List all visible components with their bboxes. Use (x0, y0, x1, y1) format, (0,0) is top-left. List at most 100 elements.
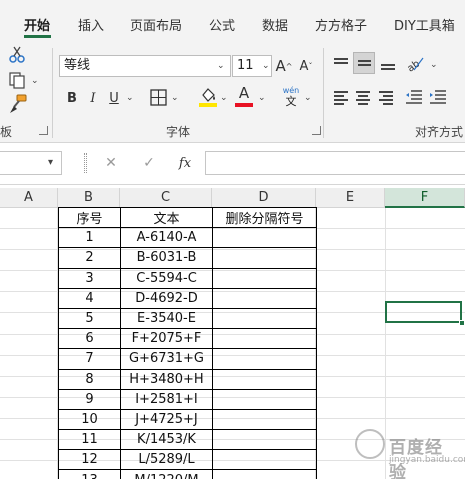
formula-bar: ▾ ✕ ✓ fx (0, 143, 465, 185)
active-cell-selection[interactable] (385, 301, 462, 323)
row-number-cell[interactable]: 12 (58, 449, 121, 471)
result-cell[interactable] (212, 388, 317, 410)
format-painter-icon[interactable] (8, 94, 28, 114)
result-cell[interactable] (212, 287, 317, 309)
borders-icon[interactable] (150, 89, 167, 106)
bold-button[interactable]: B (64, 88, 80, 108)
row-number-cell[interactable]: 2 (58, 247, 121, 269)
text-cell[interactable]: G+6731+G (120, 348, 213, 370)
formula-bar-splitter[interactable] (84, 153, 87, 173)
copy-icon[interactable] (8, 71, 28, 89)
row-number-cell[interactable]: 10 (58, 408, 121, 431)
header-cell-no[interactable]: 序号 (58, 206, 121, 229)
phonetic-dropdown-icon[interactable]: ⌄ (304, 93, 312, 103)
row-number-cell[interactable]: 6 (58, 328, 121, 350)
tab-home[interactable]: 开始 (24, 15, 50, 34)
result-cell[interactable] (212, 408, 317, 431)
confirm-entry-icon[interactable]: ✓ (141, 154, 157, 172)
top-align-button[interactable] (332, 54, 350, 72)
orientation-dropdown-icon[interactable]: ⌄ (430, 60, 438, 70)
copy-dropdown-icon[interactable]: ⌄ (31, 76, 39, 86)
row-number-cell[interactable]: 9 (58, 388, 121, 410)
text-cell[interactable]: L/5289/L (120, 449, 213, 471)
orientation-icon[interactable]: ab (405, 54, 425, 72)
decrease-indent-icon[interactable] (405, 88, 423, 106)
row-number-cell[interactable]: 4 (58, 287, 121, 309)
column-header-a[interactable]: A (0, 188, 58, 208)
tab-data[interactable]: 数据 (262, 15, 288, 34)
fill-color-icon[interactable] (199, 86, 217, 108)
name-box-dropdown-icon[interactable]: ▾ (48, 157, 53, 168)
tab-diy-toolbox[interactable]: DIY工具箱 (394, 15, 455, 34)
align-center-button[interactable] (356, 88, 372, 106)
underline-button[interactable]: U (107, 88, 121, 108)
result-cell[interactable] (212, 247, 317, 269)
clipboard-dialog-launcher[interactable] (39, 126, 48, 135)
tab-formulas[interactable]: 公式 (209, 15, 235, 34)
text-cell[interactable]: D-4692-D (120, 287, 213, 309)
tab-insert[interactable]: 插入 (78, 15, 104, 34)
font-color-swatch (235, 103, 253, 107)
result-cell[interactable] (212, 307, 317, 330)
header-cell-result[interactable]: 删除分隔符号 (212, 206, 317, 229)
formula-input[interactable] (205, 151, 465, 175)
text-cell[interactable]: H+3480+H (120, 368, 213, 390)
header-row: 序号 文本 删除分隔符号 (58, 206, 317, 229)
text-cell[interactable]: J+4725+J (120, 408, 213, 431)
row-number-cell[interactable]: 5 (58, 307, 121, 330)
result-cell[interactable] (212, 429, 317, 451)
text-cell[interactable]: I+2581+I (120, 388, 213, 410)
column-header-d[interactable]: D (212, 188, 316, 208)
increase-indent-icon[interactable] (429, 88, 447, 106)
row-number-cell[interactable]: 8 (58, 368, 121, 390)
column-header-b[interactable]: B (58, 188, 120, 208)
result-cell[interactable] (212, 267, 317, 289)
fill-handle[interactable] (459, 320, 465, 326)
text-cell[interactable]: M/1220/M (120, 469, 213, 479)
column-header-e[interactable]: E (316, 188, 385, 208)
column-header-f[interactable]: F (385, 188, 465, 208)
table-row: 5 E-3540-E (58, 307, 317, 330)
text-cell[interactable]: F+2075+F (120, 328, 213, 350)
result-cell[interactable] (212, 469, 317, 479)
bottom-align-button[interactable] (379, 54, 397, 72)
decrease-font-size-button[interactable]: Aˇ (298, 56, 314, 76)
phonetic-guide-button[interactable]: wén 文 (282, 86, 300, 110)
italic-button[interactable]: I (86, 88, 100, 108)
tab-fangfang-gezi[interactable]: 方方格子 (315, 15, 367, 34)
result-cell[interactable] (212, 348, 317, 370)
insert-function-icon[interactable]: fx (176, 153, 194, 173)
column-header-c[interactable]: C (120, 188, 212, 208)
cut-icon[interactable] (8, 46, 26, 64)
row-number-cell[interactable]: 1 (58, 227, 121, 249)
underline-dropdown-icon[interactable]: ⌄ (126, 93, 134, 103)
cancel-entry-icon[interactable]: ✕ (103, 154, 119, 172)
fill-color-dropdown-icon[interactable]: ⌄ (220, 93, 228, 103)
row-number-cell[interactable]: 11 (58, 429, 121, 451)
align-left-button[interactable] (334, 88, 350, 106)
tab-page-layout[interactable]: 页面布局 (130, 15, 182, 34)
text-cell[interactable]: K/1453/K (120, 429, 213, 451)
result-cell[interactable] (212, 328, 317, 350)
text-cell[interactable]: A-6140-A (120, 227, 213, 249)
result-cell[interactable] (212, 368, 317, 390)
text-cell[interactable]: E-3540-E (120, 307, 213, 330)
align-right-button[interactable] (379, 88, 395, 106)
row-number-cell[interactable]: 13 (58, 469, 121, 479)
text-cell[interactable]: B-6031-B (120, 247, 213, 269)
header-cell-text[interactable]: 文本 (120, 206, 213, 229)
row-number-cell[interactable]: 3 (58, 267, 121, 289)
increase-font-size-button[interactable]: A ^ (276, 56, 293, 76)
font-color-dropdown-icon[interactable]: ⌄ (258, 93, 266, 103)
font-name-combo[interactable]: 等线 (59, 55, 231, 77)
result-cell[interactable] (212, 227, 317, 249)
font-size-dropdown-icon[interactable]: ⌄ (262, 61, 270, 71)
result-cell[interactable] (212, 449, 317, 471)
middle-align-button[interactable] (353, 52, 375, 74)
text-cell[interactable]: C-5594-C (120, 267, 213, 289)
font-color-button[interactable]: A (235, 84, 253, 102)
font-name-dropdown-icon[interactable]: ⌄ (217, 61, 225, 71)
font-dialog-launcher[interactable] (312, 126, 321, 135)
row-number-cell[interactable]: 7 (58, 348, 121, 370)
borders-dropdown-icon[interactable]: ⌄ (171, 93, 179, 103)
